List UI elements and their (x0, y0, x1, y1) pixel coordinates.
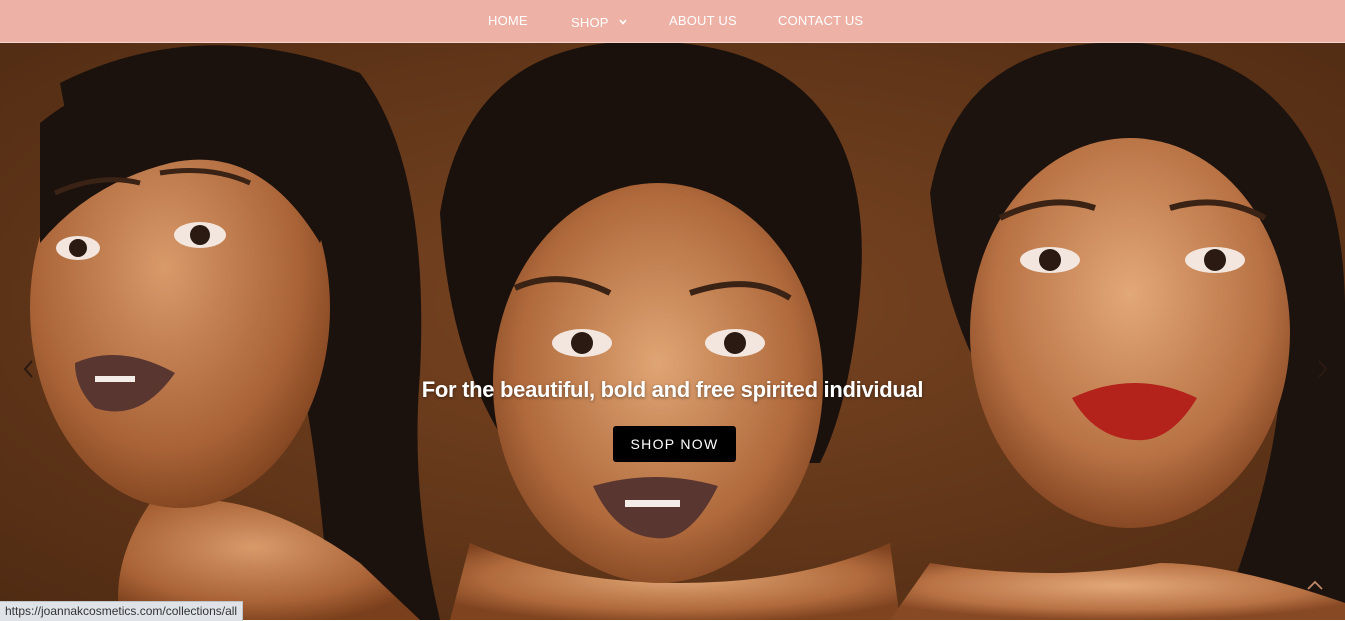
browser-status-url: https://joannakcosmetics.com/collections… (0, 601, 244, 621)
shop-now-button[interactable]: SHOP NOW (613, 426, 736, 462)
nav-home-link[interactable]: HOME (488, 13, 528, 28)
nav-shop-label: SHOP (571, 15, 609, 30)
chevron-down-icon (619, 13, 627, 28)
nav-about-link[interactable]: ABOUT US (669, 13, 737, 28)
hero-tagline: For the beautiful, bold and free spirite… (421, 377, 924, 402)
top-navbar: HOME SHOP ABOUT US CONTACT US (0, 0, 1345, 43)
hero-image (0, 43, 1345, 620)
main-menu: HOME SHOP ABOUT US CONTACT US (0, 0, 1345, 42)
chevron-up-icon[interactable] (1304, 575, 1326, 595)
nav-shop-link[interactable]: SHOP (571, 13, 627, 30)
hero-slideshow: For the beautiful, bold and free spirite… (0, 43, 1345, 620)
chevron-right-icon[interactable] (1313, 354, 1333, 384)
nav-contact-link[interactable]: CONTACT US (778, 13, 863, 28)
chevron-left-icon[interactable] (18, 354, 38, 384)
